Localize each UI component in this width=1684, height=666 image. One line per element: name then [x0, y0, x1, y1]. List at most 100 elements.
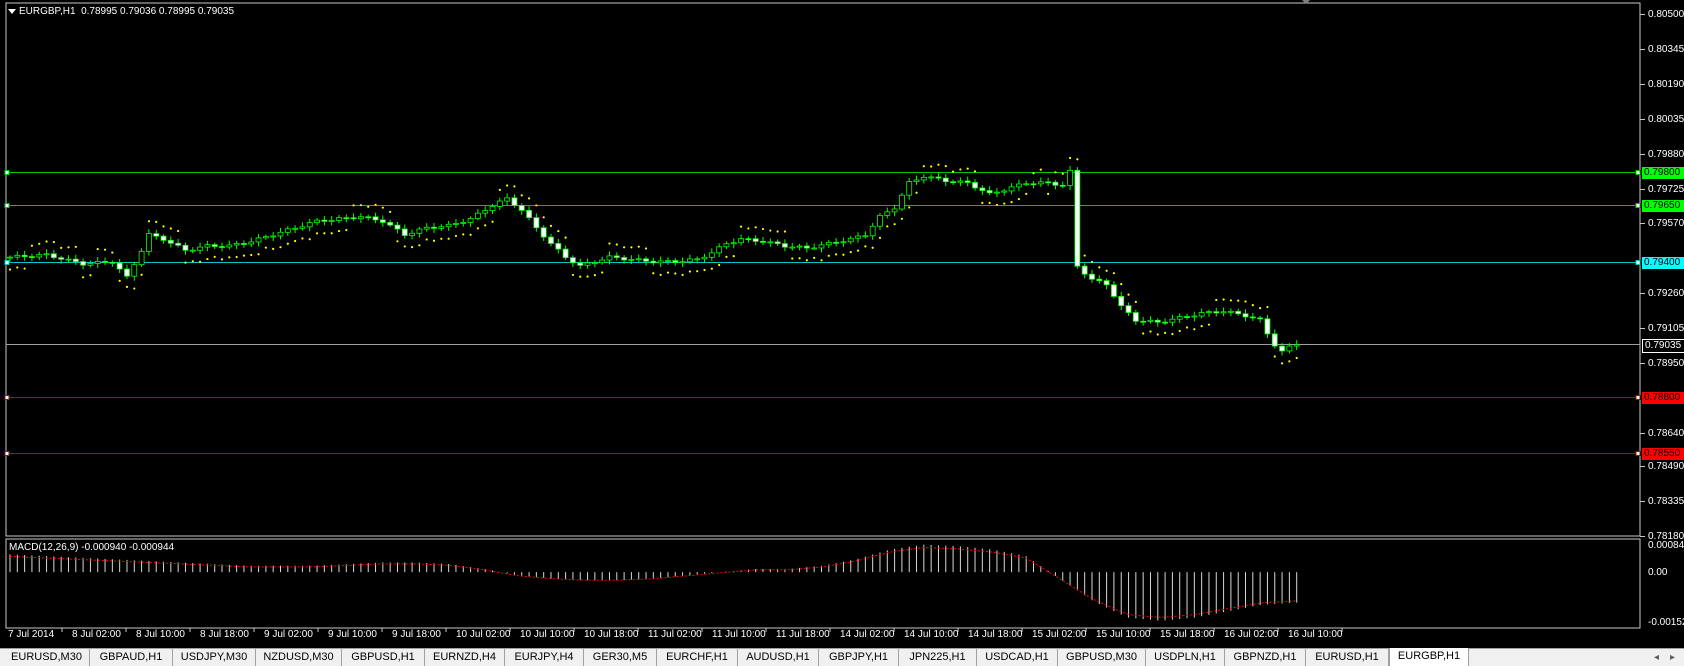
sar-dot: [886, 225, 889, 228]
time-tick-label: 9 Jul 02:00: [264, 629, 313, 640]
sar-dot: [549, 224, 553, 227]
sar-dot: [930, 165, 933, 168]
candle-body: [1125, 305, 1132, 313]
triangle-down-icon[interactable]: [8, 8, 16, 14]
sar-dot: [198, 260, 202, 263]
candle-body: [789, 246, 796, 249]
sar-dot: [922, 165, 925, 168]
candle-body: [1067, 169, 1073, 186]
level-price-tag[interactable]: 0.78800: [1642, 391, 1684, 404]
sar-dot: [1266, 305, 1269, 309]
candle-body: [160, 235, 167, 241]
sar-dot: [725, 255, 728, 259]
tab-eurgbp-h1[interactable]: EURGBP,H1: [1389, 648, 1469, 666]
sar-dot: [615, 243, 618, 246]
sar-dot: [38, 242, 41, 245]
sar-dot: [74, 245, 77, 248]
candle-body: [146, 233, 152, 252]
tab-ger30-m5[interactable]: GER30,M5: [584, 649, 657, 666]
candle-body: [1206, 311, 1212, 314]
candle-body: [138, 250, 145, 266]
sar-dot: [966, 167, 969, 170]
sar-dot: [23, 267, 26, 270]
candle-body: [394, 224, 401, 230]
sar-dot: [1025, 192, 1028, 195]
sar-dot: [403, 245, 406, 248]
candle-body: [255, 237, 262, 243]
sar-dot: [944, 165, 947, 168]
sar-dot: [688, 270, 691, 273]
tab-usdcad-h1[interactable]: USDCAD,H1: [977, 649, 1058, 666]
candle-body: [423, 226, 430, 230]
sar-dot: [1142, 332, 1145, 335]
price-tick-label: 0.79880: [1648, 148, 1684, 160]
tab-eurnzd-h4[interactable]: EURNZD,H4: [425, 649, 505, 666]
tab-usdpln-h1[interactable]: USDPLN,H1: [1146, 649, 1225, 666]
candle-body: [1030, 183, 1037, 186]
candle-body: [1264, 318, 1271, 335]
price-tick-label: 0.79260: [1648, 288, 1684, 300]
price-tick-label: 0.78640: [1648, 427, 1684, 439]
tab-eurusd-m30[interactable]: EURUSD,M30: [4, 649, 90, 666]
sar-dot: [410, 246, 414, 249]
candle-body: [928, 176, 935, 179]
sar-dot: [286, 242, 289, 245]
sar-dot: [1098, 266, 1101, 269]
tab-eurusd-h1[interactable]: EURUSD,H1: [1306, 649, 1389, 666]
candle-body: [372, 216, 379, 221]
tab-usdjpy-m30[interactable]: USDJPY,M30: [173, 649, 256, 666]
tab-gbpusd-h1[interactable]: GBPUSD,H1: [342, 649, 425, 666]
tab-eurjpy-h4[interactable]: EURJPY,H4: [505, 649, 584, 666]
sar-dot: [374, 203, 377, 206]
sar-dot: [133, 287, 136, 290]
tab-gbpjpy-h1[interactable]: GBPJPY,H1: [819, 649, 899, 666]
level-price-tag[interactable]: 0.79400: [1642, 256, 1684, 269]
price-tick: [1640, 362, 1645, 364]
sar-dot: [1105, 269, 1108, 272]
tab-scroll-right-icon[interactable]: ▸: [1670, 649, 1675, 666]
tab-gbpaud-h1[interactable]: GBPAUD,H1: [90, 649, 173, 666]
candle-body: [270, 235, 277, 238]
candle-body: [665, 260, 671, 262]
sar-dot: [1259, 307, 1262, 310]
candle-body: [1293, 344, 1300, 347]
price-tick-label: 0.79570: [1648, 218, 1684, 230]
sar-dot: [1010, 201, 1013, 204]
candle-body: [72, 258, 79, 262]
tab-nzdusd-m30[interactable]: NZDUSD,M30: [256, 649, 342, 666]
sar-dot: [220, 258, 224, 261]
sar-dot: [323, 232, 326, 235]
candle-body: [862, 235, 869, 238]
candle-body: [1096, 278, 1103, 282]
level-handle: [4, 260, 10, 265]
sar-dot: [718, 263, 721, 267]
candle-body: [518, 205, 525, 211]
sar-dot: [557, 229, 560, 233]
level-price-tag[interactable]: 0.79800: [1642, 166, 1684, 179]
sar-dot: [389, 210, 392, 214]
sar-dot: [301, 237, 304, 240]
level-price-tag[interactable]: 0.79650: [1642, 199, 1684, 212]
candle-body: [628, 258, 635, 261]
candle-body: [548, 236, 554, 244]
tab-jpn225-h1[interactable]: JPN225,H1: [899, 649, 977, 666]
level-price-tag[interactable]: 0.79035: [1642, 338, 1684, 353]
tab-gbpusd-m30[interactable]: GBPUSD,M30: [1058, 649, 1146, 666]
tab-audusd-h1[interactable]: AUDUSD,H1: [738, 649, 819, 666]
sar-dot: [513, 185, 516, 188]
level-price-tag[interactable]: 0.78550: [1642, 447, 1684, 460]
tab-scroll-left-icon[interactable]: ◂: [1654, 649, 1659, 666]
candle-body: [175, 242, 182, 246]
sar-dot: [842, 253, 845, 256]
sar-dot: [469, 233, 472, 236]
tab-gbpnzd-h1[interactable]: GBPNZD,H1: [1225, 649, 1306, 666]
price-tick: [1640, 293, 1645, 295]
chart-canvas[interactable]: [0, 0, 1684, 648]
candle-body: [840, 241, 847, 244]
tab-eurchf-h1[interactable]: EURCHF,H1: [657, 649, 738, 666]
sar-dot: [951, 170, 955, 173]
sar-dot: [1068, 156, 1072, 160]
chart-window[interactable]: EURGBP,H1 0.78995 0.79036 0.78995 0.7903…: [0, 0, 1684, 650]
sar-dot: [1229, 299, 1232, 302]
candle-body: [986, 190, 993, 194]
